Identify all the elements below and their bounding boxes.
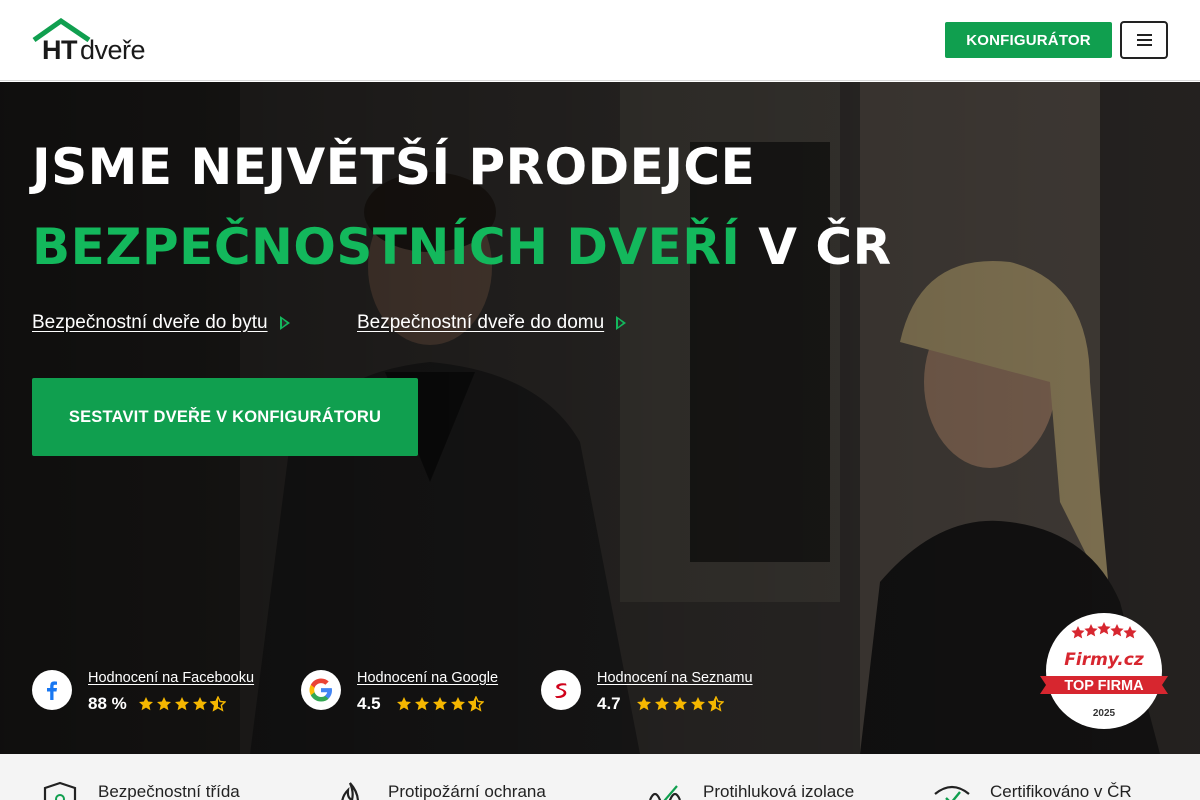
logo-dvere: dveře [80,35,146,65]
features-row: Bezpečnostní třída Protipožární ochrana … [0,754,1200,800]
hero-title-line1: JSME NEJVĚTŠÍ PRODEJCE [32,138,756,196]
feature-certified: Certifikováno v ČR [932,782,1132,800]
star-icon [655,697,669,711]
hamburger-icon [1137,34,1152,36]
rating-seznam: Hodnocení na Seznamu 4.7 [541,666,781,716]
google-icon[interactable] [301,670,341,710]
rating-google-link[interactable]: Hodnocení na Google [357,670,498,686]
feature-security-class: Bezpečnostní třída [40,781,240,800]
link-doors-apartment[interactable]: Bezpečnostní dveře do bytu [32,312,290,334]
seznam-icon[interactable] [541,670,581,710]
feature-fire-protection: Protipožární ochrana [330,782,546,800]
firmy-top-firma-badge: Firmy.cz TOP FIRMA 2025 [1040,613,1168,729]
star-icon [193,697,207,711]
hero-title-line2: BEZPEČNOSTNÍCH DVEŘÍ V ČR [32,222,892,272]
badge-brand: Firmy.cz [1064,650,1144,670]
configurator-button[interactable]: KONFIGURÁTOR [945,22,1112,58]
site-header: HT dveře KONFIGURÁTOR [0,0,1200,81]
rating-seznam-link[interactable]: Hodnocení na Seznamu [597,670,753,686]
logo-ht: HT [42,35,78,65]
sound-icon [648,785,682,800]
play-arrow-icon [279,316,290,330]
star-icon [157,697,171,711]
star-icon [691,697,705,711]
star-rating [138,696,226,712]
star-rating [636,696,724,712]
star-icon [415,697,429,711]
star-icon [468,696,484,712]
rating-facebook-score: 88 % [88,694,127,713]
star-icon [175,697,189,711]
hero-section: JSME NEJVĚTŠÍ PRODEJCE BEZPEČNOSTNÍCH DV… [0,82,1200,754]
rating-facebook: Hodnocení na Facebooku 88 % [32,666,282,716]
rating-google: Hodnocení na Google 4.5 [301,666,531,716]
configurator-cta-button[interactable]: SESTAVIT DVEŘE V KONFIGURÁTORU [32,378,418,456]
star-rating [396,696,484,712]
star-icon [673,697,687,711]
star-icon [451,697,465,711]
logo[interactable]: HT dveře [32,18,164,64]
badge-year: 2025 [1093,708,1116,719]
facebook-icon[interactable] [32,670,72,710]
star-icon [708,696,724,712]
flame-icon [341,782,360,800]
badge-title: TOP FIRMA [1064,678,1144,694]
star-icon [210,696,226,712]
star-icon [637,697,651,711]
menu-button[interactable] [1120,21,1168,59]
rating-seznam-score: 4.7 [597,694,621,713]
rating-facebook-link[interactable]: Hodnocení na Facebooku [88,670,254,686]
certificate-icon [934,785,970,800]
star-icon [433,697,447,711]
rating-google-score: 4.5 [357,694,381,713]
link-doors-house[interactable]: Bezpečnostní dveře do domu [357,312,627,334]
feature-sound-insulation: Protihluková izolace [645,782,854,800]
hero-title-highlight: BEZPEČNOSTNÍCH DVEŘÍ [32,218,741,276]
star-icon [139,697,153,711]
star-icon [397,697,411,711]
hero-title-suffix: V ČR [758,218,892,276]
shield-icon [43,781,77,800]
play-arrow-icon [616,316,627,330]
